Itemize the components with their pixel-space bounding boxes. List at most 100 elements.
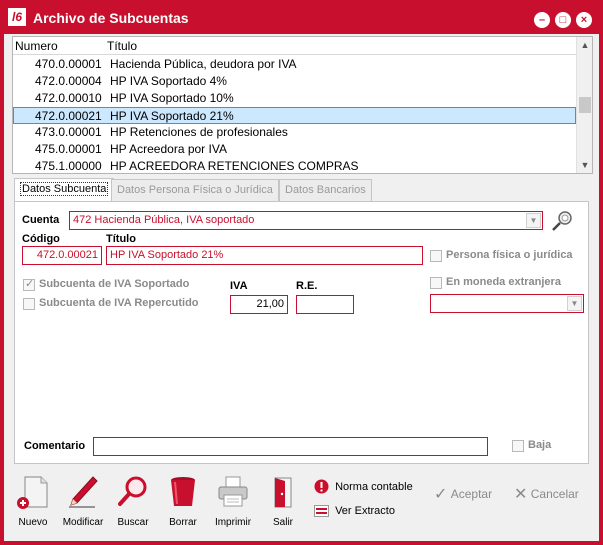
info-icon bbox=[314, 479, 329, 494]
modificar-label: Modificar bbox=[62, 517, 104, 528]
list-scrollbar[interactable]: ▲ ▼ bbox=[576, 37, 592, 173]
minimize-button[interactable]: – bbox=[534, 12, 550, 28]
row-code: 472.0.00004 bbox=[35, 74, 102, 88]
titulo-label: Título bbox=[106, 233, 136, 245]
ver-extracto-button[interactable]: Ver Extracto bbox=[314, 505, 395, 518]
chevron-down-icon[interactable]: ▼ bbox=[526, 213, 541, 228]
scroll-thumb[interactable] bbox=[579, 97, 591, 113]
cancelar-label: Cancelar bbox=[530, 487, 579, 501]
titulo-field[interactable]: HP IVA Soportado 21% bbox=[106, 246, 423, 265]
codigo-label: Código bbox=[22, 233, 60, 245]
row-code: 475.0.00001 bbox=[35, 142, 102, 156]
modificar-button[interactable]: Modificar bbox=[56, 471, 110, 533]
codigo-field[interactable]: 472.0.00021 bbox=[22, 246, 102, 265]
list-row[interactable]: 472.0.00004 HP IVA Soportado 4% bbox=[13, 73, 576, 90]
ver-extracto-label: Ver Extracto bbox=[335, 505, 395, 518]
baja-label: Baja bbox=[528, 439, 552, 451]
persona-checkbox[interactable] bbox=[430, 250, 442, 262]
row-title: HP IVA Soportado 4% bbox=[110, 74, 227, 88]
datos-subcuenta-panel: Cuenta 472 Hacienda Pública, IVA soporta… bbox=[14, 201, 589, 464]
tab-datos-persona[interactable]: Datos Persona Física o Jurídica bbox=[111, 179, 279, 201]
tab-datos-subcuenta[interactable]: Datos Subcuenta bbox=[14, 178, 115, 201]
moneda-combo[interactable]: ▼ bbox=[430, 294, 584, 313]
comentario-label: Comentario bbox=[24, 440, 86, 452]
norma-contable-button[interactable]: Norma contable bbox=[314, 479, 413, 494]
tab-datos-bancarios[interactable]: Datos Bancarios bbox=[279, 179, 372, 201]
tab-label: Datos Subcuenta bbox=[20, 182, 109, 196]
re-label: R.E. bbox=[296, 280, 318, 292]
list-row[interactable]: 470.0.00001 Hacienda Pública, deudora po… bbox=[13, 56, 576, 73]
aceptar-label: Aceptar bbox=[450, 487, 493, 501]
iva-label: IVA bbox=[230, 280, 248, 292]
statement-icon bbox=[314, 505, 329, 518]
cuenta-combo[interactable]: 472 Hacienda Pública, IVA soportado ▼ bbox=[69, 211, 543, 230]
row-code: 470.0.00001 bbox=[35, 57, 102, 71]
aceptar-button[interactable]: ✓ Aceptar bbox=[434, 484, 492, 504]
trash-bin-icon bbox=[171, 477, 195, 506]
row-title: Hacienda Pública, deudora por IVA bbox=[110, 57, 297, 71]
list-row[interactable]: 472.0.00010 HP IVA Soportado 10% bbox=[13, 90, 576, 107]
moneda-checkbox[interactable] bbox=[430, 277, 442, 289]
repercutido-label: Subcuenta de IVA Repercutido bbox=[39, 297, 199, 309]
cancel-x-icon: ✕ bbox=[514, 486, 528, 503]
printer-icon bbox=[218, 476, 248, 507]
nuevo-button[interactable]: Nuevo bbox=[6, 471, 60, 533]
list-row[interactable]: 475.1.00000 HP ACREEDORA RETENCIONES COM… bbox=[13, 158, 576, 175]
exit-door-icon bbox=[274, 477, 292, 508]
salir-button[interactable]: Salir bbox=[256, 471, 310, 533]
re-field[interactable] bbox=[296, 295, 354, 314]
search-icon[interactable] bbox=[550, 210, 574, 232]
soportado-checkbox[interactable] bbox=[23, 277, 35, 291]
cuenta-value: 472 Hacienda Pública, IVA soportado bbox=[73, 214, 255, 226]
repercutido-checkbox[interactable] bbox=[23, 298, 35, 310]
list-header: Numero Título bbox=[13, 37, 576, 55]
row-code: 475.1.00000 bbox=[35, 159, 102, 173]
persona-label: Persona física o jurídica bbox=[446, 249, 573, 261]
magnifier-icon bbox=[118, 476, 147, 506]
buscar-label: Buscar bbox=[117, 517, 149, 528]
pen-icon bbox=[69, 476, 98, 508]
nuevo-label: Nuevo bbox=[18, 517, 48, 528]
subcuentas-list[interactable]: Numero Título 470.0.00001 Hacienda Públi… bbox=[12, 36, 593, 174]
cancelar-button[interactable]: ✕ Cancelar bbox=[514, 484, 579, 504]
norma-contable-label: Norma contable bbox=[335, 480, 413, 493]
window-client-area: Numero Título 470.0.00001 Hacienda Públi… bbox=[4, 34, 599, 541]
bottom-toolbar: Nuevo Modificar Buscar Borrar Imprimir S… bbox=[4, 471, 599, 541]
new-document-icon bbox=[17, 476, 48, 509]
imprimir-button[interactable]: Imprimir bbox=[206, 471, 260, 533]
scroll-up-icon[interactable]: ▲ bbox=[577, 37, 593, 53]
subcuentas-window: l6 Archivo de Subcuentas – □ × Numero Tí… bbox=[0, 0, 603, 545]
iva-field[interactable]: 21,00 bbox=[230, 295, 288, 314]
row-code: 472.0.00010 bbox=[35, 91, 102, 105]
close-button[interactable]: × bbox=[576, 12, 592, 28]
buscar-button[interactable]: Buscar bbox=[106, 471, 160, 533]
row-title: HP ACREEDORA RETENCIONES COMPRAS bbox=[110, 159, 359, 173]
title-bar[interactable]: l6 Archivo de Subcuentas – □ × bbox=[0, 0, 603, 34]
comentario-field[interactable] bbox=[93, 437, 488, 456]
checkmark-icon: ✓ bbox=[434, 486, 448, 503]
list-row[interactable]: 475.0.00001 HP Acreedora por IVA bbox=[13, 141, 576, 158]
borrar-button[interactable]: Borrar bbox=[156, 471, 210, 533]
baja-checkbox[interactable] bbox=[512, 440, 524, 452]
scroll-down-icon[interactable]: ▼ bbox=[577, 157, 593, 173]
row-title: HP Acreedora por IVA bbox=[110, 142, 227, 156]
moneda-label: En moneda extranjera bbox=[446, 276, 561, 288]
column-header-titulo[interactable]: Título bbox=[107, 39, 137, 53]
chevron-down-icon[interactable]: ▼ bbox=[567, 296, 582, 311]
window-title: Archivo de Subcuentas bbox=[33, 10, 189, 26]
borrar-label: Borrar bbox=[169, 517, 197, 528]
row-title: HP IVA Soportado 10% bbox=[110, 91, 234, 105]
column-header-numero[interactable]: Numero bbox=[15, 39, 58, 53]
maximize-button[interactable]: □ bbox=[555, 12, 571, 28]
app-logo-icon: l6 bbox=[8, 8, 26, 26]
row-title: HP Retenciones de profesionales bbox=[110, 125, 288, 139]
list-row[interactable]: 473.0.00001 HP Retenciones de profesiona… bbox=[13, 124, 576, 141]
row-code: 472.0.00021 bbox=[35, 109, 102, 123]
imprimir-label: Imprimir bbox=[214, 517, 252, 528]
cuenta-label: Cuenta bbox=[22, 214, 60, 226]
list-row-selected[interactable]: 472.0.00021 HP IVA Soportado 21% bbox=[13, 107, 576, 124]
row-code: 473.0.00001 bbox=[35, 125, 102, 139]
row-title: HP IVA Soportado 21% bbox=[110, 109, 234, 123]
soportado-label: Subcuenta de IVA Soportado bbox=[39, 278, 190, 290]
salir-label: Salir bbox=[272, 517, 293, 528]
